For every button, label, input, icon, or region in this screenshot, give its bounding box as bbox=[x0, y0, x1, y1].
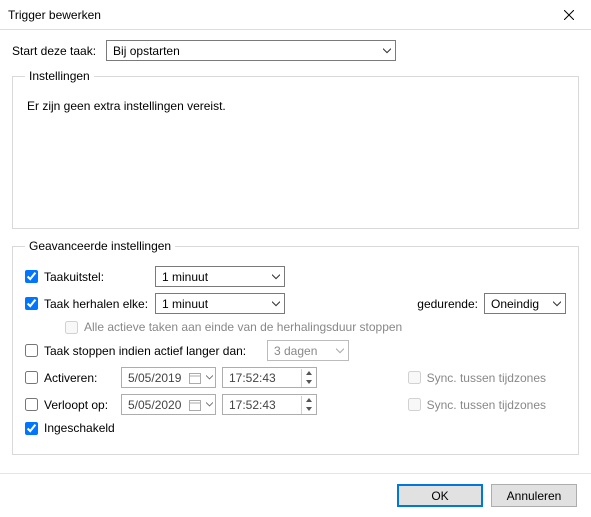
stopall-label: Alle actieve taken aan einde van de herh… bbox=[84, 320, 402, 334]
expire-row: Verloopt op: 5/05/2020 17:52:43 bbox=[25, 391, 566, 418]
activate-sync-checkbox: Sync. tussen tijdzones bbox=[408, 371, 546, 385]
repeat-checkbox-input[interactable] bbox=[25, 297, 38, 310]
enabled-checkbox-input[interactable] bbox=[25, 422, 38, 435]
chevron-down-icon bbox=[553, 300, 561, 308]
enabled-label: Ingeschakeld bbox=[44, 421, 115, 435]
content-area: Start deze taak: Bij opstarten Instellin… bbox=[0, 30, 591, 473]
expire-checkbox-input[interactable] bbox=[25, 398, 38, 411]
activate-time[interactable]: 17:52:43 bbox=[222, 367, 317, 388]
delay-label: Taakuitstel: bbox=[44, 270, 104, 284]
close-button[interactable] bbox=[546, 0, 591, 30]
activate-sync-checkbox-input bbox=[408, 371, 421, 384]
repeat-during-combo[interactable]: Oneindig bbox=[484, 293, 566, 314]
chevron-down-icon bbox=[306, 407, 312, 411]
advanced-group: Geavanceerde instellingen Taakuitstel: 1… bbox=[12, 239, 579, 455]
activate-time-value: 17:52:43 bbox=[229, 371, 301, 385]
calendar-icon bbox=[189, 399, 201, 411]
settings-group: Instellingen Er zijn geen extra instelli… bbox=[12, 69, 579, 229]
stoprun-combo: 3 dagen bbox=[267, 340, 349, 361]
chevron-down-icon bbox=[336, 347, 344, 355]
start-task-label: Start deze taak: bbox=[12, 44, 96, 58]
expire-date[interactable]: 5/05/2020 bbox=[121, 394, 216, 415]
repeat-value: 1 minuut bbox=[162, 297, 208, 311]
start-task-value: Bij opstarten bbox=[113, 44, 180, 58]
settings-text: Er zijn geen extra instellingen vereist. bbox=[25, 93, 566, 119]
stopall-checkbox-input bbox=[65, 321, 78, 334]
expire-sync-checkbox-input bbox=[408, 398, 421, 411]
ok-button[interactable]: OK bbox=[397, 484, 483, 507]
repeat-checkbox[interactable]: Taak herhalen elke: bbox=[25, 297, 155, 311]
repeat-row: Taak herhalen elke: 1 minuut gedurende: … bbox=[25, 290, 566, 317]
activate-date-value: 5/05/2019 bbox=[128, 371, 186, 385]
expire-date-value: 5/05/2020 bbox=[128, 398, 186, 412]
enabled-checkbox[interactable]: Ingeschakeld bbox=[25, 421, 115, 435]
spinner-arrows[interactable] bbox=[301, 396, 316, 414]
enabled-row: Ingeschakeld bbox=[25, 418, 566, 438]
chevron-up-icon bbox=[306, 398, 312, 402]
chevron-down-icon bbox=[383, 47, 391, 55]
delay-combo[interactable]: 1 minuut bbox=[155, 266, 285, 287]
chevron-down-icon bbox=[272, 300, 280, 308]
repeat-combo[interactable]: 1 minuut bbox=[155, 293, 285, 314]
expire-label: Verloopt op: bbox=[44, 398, 108, 412]
activate-sync-label: Sync. tussen tijdzones bbox=[427, 371, 546, 385]
delay-value: 1 minuut bbox=[162, 270, 208, 284]
stoprun-checkbox-input[interactable] bbox=[25, 344, 38, 357]
repeat-during-label: gedurende: bbox=[408, 297, 478, 311]
spinner-arrows[interactable] bbox=[301, 369, 316, 387]
expire-time-value: 17:52:43 bbox=[229, 398, 301, 412]
expire-sync-label: Sync. tussen tijdzones bbox=[427, 398, 546, 412]
ok-button-label: OK bbox=[431, 489, 448, 503]
footer: OK Annuleren bbox=[0, 473, 591, 517]
activate-label: Activeren: bbox=[44, 371, 97, 385]
chevron-down-icon bbox=[272, 273, 280, 281]
calendar-icon bbox=[189, 372, 201, 384]
stoprun-value: 3 dagen bbox=[274, 344, 317, 358]
chevron-down-icon bbox=[206, 374, 213, 381]
stopall-row: Alle actieve taken aan einde van de herh… bbox=[25, 317, 566, 337]
titlebar: Trigger bewerken bbox=[0, 0, 591, 30]
start-task-row: Start deze taak: Bij opstarten bbox=[12, 40, 579, 61]
start-task-combo[interactable]: Bij opstarten bbox=[106, 40, 396, 61]
chevron-down-icon bbox=[206, 401, 213, 408]
close-icon bbox=[564, 10, 574, 20]
repeat-label: Taak herhalen elke: bbox=[44, 297, 148, 311]
cancel-button-label: Annuleren bbox=[507, 489, 562, 503]
stopall-checkbox: Alle actieve taken aan einde van de herh… bbox=[65, 320, 402, 334]
expire-sync-checkbox: Sync. tussen tijdzones bbox=[408, 398, 546, 412]
window-title: Trigger bewerken bbox=[8, 8, 546, 22]
activate-date[interactable]: 5/05/2019 bbox=[121, 367, 216, 388]
stoprun-checkbox[interactable]: Taak stoppen indien actief langer dan: bbox=[25, 344, 267, 358]
stoprun-row: Taak stoppen indien actief langer dan: 3… bbox=[25, 337, 566, 364]
settings-group-legend: Instellingen bbox=[25, 69, 94, 83]
advanced-group-legend: Geavanceerde instellingen bbox=[25, 239, 175, 253]
activate-row: Activeren: 5/05/2019 17:52:43 bbox=[25, 364, 566, 391]
delay-row: Taakuitstel: 1 minuut bbox=[25, 263, 566, 290]
delay-checkbox[interactable]: Taakuitstel: bbox=[25, 270, 155, 284]
delay-checkbox-input[interactable] bbox=[25, 270, 38, 283]
expire-checkbox[interactable]: Verloopt op: bbox=[25, 398, 121, 412]
cancel-button[interactable]: Annuleren bbox=[491, 484, 577, 507]
stoprun-label: Taak stoppen indien actief langer dan: bbox=[44, 344, 246, 358]
expire-time[interactable]: 17:52:43 bbox=[222, 394, 317, 415]
dialog-window: Trigger bewerken Start deze taak: Bij op… bbox=[0, 0, 591, 517]
chevron-down-icon bbox=[306, 380, 312, 384]
activate-checkbox-input[interactable] bbox=[25, 371, 38, 384]
chevron-up-icon bbox=[306, 371, 312, 375]
repeat-during-value: Oneindig bbox=[491, 297, 539, 311]
activate-checkbox[interactable]: Activeren: bbox=[25, 371, 121, 385]
